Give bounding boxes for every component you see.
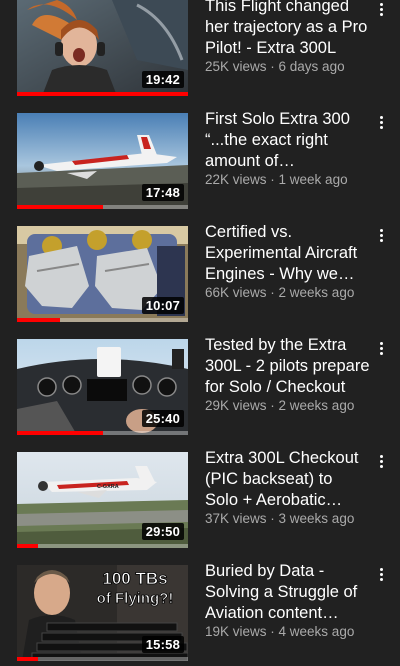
video-thumbnail[interactable]: 19:42 bbox=[17, 0, 188, 96]
video-thumbnail[interactable]: 17:48 bbox=[17, 113, 188, 209]
more-vert-icon[interactable] bbox=[374, 337, 390, 359]
view-count: 22K views bbox=[205, 172, 267, 187]
watch-progress-fill bbox=[17, 431, 103, 435]
video-item[interactable]: 10:07 Certified vs. Experimental Aircraf… bbox=[0, 223, 400, 326]
meta-separator: · bbox=[266, 398, 279, 413]
watch-progress-track bbox=[17, 657, 188, 661]
video-title[interactable]: Certified vs. Experimental Aircraft Engi… bbox=[205, 222, 370, 285]
upload-age: 4 weeks ago bbox=[278, 624, 355, 639]
more-vert-icon[interactable] bbox=[374, 0, 390, 20]
aircraft-registration: C-GXRA bbox=[97, 484, 119, 490]
view-count: 19K views bbox=[205, 624, 267, 639]
watch-progress-fill bbox=[17, 205, 103, 209]
view-count: 66K views bbox=[205, 285, 267, 300]
upload-age: 6 days ago bbox=[278, 59, 345, 74]
meta-separator: · bbox=[266, 511, 279, 526]
upload-age: 2 weeks ago bbox=[278, 285, 355, 300]
view-count: 37K views bbox=[205, 511, 267, 526]
video-title[interactable]: Buried by Data - Solving a Struggle of A… bbox=[205, 561, 370, 624]
meta-separator: · bbox=[266, 285, 279, 300]
video-metadata: 66K views · 2 weeks ago bbox=[205, 284, 375, 301]
video-title[interactable]: This Flight changed her trajectory as a … bbox=[205, 0, 370, 59]
watch-progress-fill bbox=[17, 657, 38, 661]
video-title[interactable]: First Solo Extra 300 “...the exact right… bbox=[205, 109, 370, 172]
duration-badge: 10:07 bbox=[141, 297, 184, 314]
view-count: 25K views bbox=[205, 59, 267, 74]
watch-progress-track bbox=[17, 544, 188, 548]
meta-separator: · bbox=[266, 172, 279, 187]
video-title[interactable]: Extra 300L Checkout (PIC backseat) to So… bbox=[205, 448, 370, 511]
meta-separator: · bbox=[266, 59, 279, 74]
watch-progress-track bbox=[17, 318, 188, 322]
more-vert-icon[interactable] bbox=[374, 563, 390, 585]
more-vert-icon[interactable] bbox=[374, 450, 390, 472]
upload-age: 2 weeks ago bbox=[278, 398, 355, 413]
meta-separator: · bbox=[266, 624, 279, 639]
duration-badge: 17:48 bbox=[141, 184, 184, 201]
video-thumbnail[interactable]: 100 TBs of Flying?! 15:58 bbox=[17, 565, 188, 661]
more-vert-icon[interactable] bbox=[374, 111, 390, 133]
duration-badge: 25:40 bbox=[141, 410, 184, 427]
video-item[interactable]: 19:42 This Flight changed her trajectory… bbox=[0, 0, 400, 100]
watch-progress-fill bbox=[17, 318, 60, 322]
duration-badge: 15:58 bbox=[141, 636, 184, 653]
video-metadata: 22K views · 1 week ago bbox=[205, 171, 375, 188]
more-vert-icon[interactable] bbox=[374, 224, 390, 246]
video-metadata: 19K views · 4 weeks ago bbox=[205, 623, 375, 640]
thumbnail-headline-line-2: of Flying?! bbox=[97, 590, 174, 607]
video-list: 19:42 This Flight changed her trajectory… bbox=[0, 0, 400, 666]
duration-badge: 29:50 bbox=[141, 523, 184, 540]
watch-progress-track bbox=[17, 205, 188, 209]
watch-progress-fill bbox=[17, 544, 38, 548]
watch-progress-fill bbox=[17, 92, 188, 96]
watch-progress-track bbox=[17, 92, 188, 96]
video-item[interactable]: 25:40 Tested by the Extra 300L - 2 pilot… bbox=[0, 336, 400, 439]
view-count: 29K views bbox=[205, 398, 267, 413]
video-metadata: 37K views · 3 weeks ago bbox=[205, 510, 375, 527]
video-thumbnail[interactable]: 25:40 bbox=[17, 339, 188, 435]
thumbnail-headline-line-1: 100 TBs bbox=[102, 569, 167, 588]
watch-progress-track bbox=[17, 431, 188, 435]
video-thumbnail[interactable]: 10:07 bbox=[17, 226, 188, 322]
video-thumbnail[interactable]: C-GXRA 29:50 bbox=[17, 452, 188, 548]
video-metadata: 25K views · 6 days ago bbox=[205, 58, 375, 75]
video-item[interactable]: 17:48 First Solo Extra 300 “...the exact… bbox=[0, 110, 400, 213]
duration-badge: 19:42 bbox=[141, 71, 184, 88]
video-title[interactable]: Tested by the Extra 300L - 2 pilots prep… bbox=[205, 335, 370, 398]
upload-age: 1 week ago bbox=[278, 172, 348, 187]
video-metadata: 29K views · 2 weeks ago bbox=[205, 397, 375, 414]
video-item[interactable]: 100 TBs of Flying?! 15:58 Buried by Data… bbox=[0, 562, 400, 665]
upload-age: 3 weeks ago bbox=[278, 511, 355, 526]
video-item[interactable]: C-GXRA 29:50 Extra 300L Checkout (PIC ba… bbox=[0, 449, 400, 552]
